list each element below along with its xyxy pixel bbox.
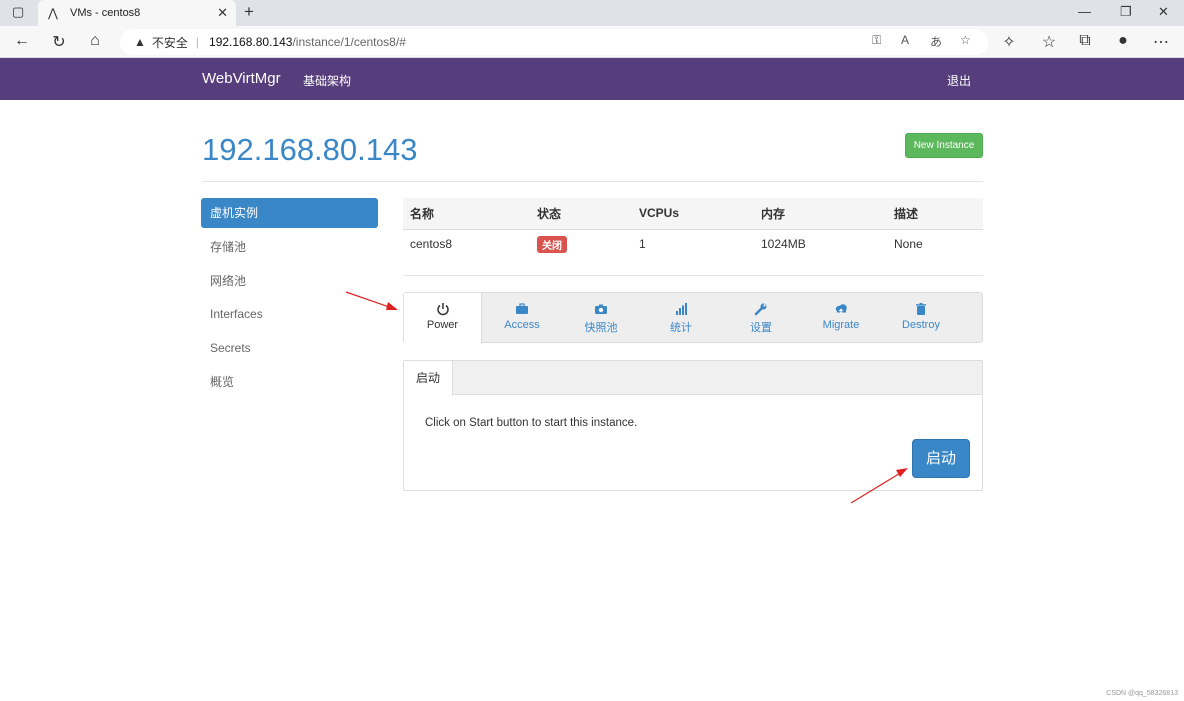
annotation-arrows <box>345 291 908 504</box>
watermark: CSDN @qq_58326813 <box>1106 690 1178 697</box>
annotation-arrow-start <box>850 468 908 504</box>
annotation-arrow-power <box>345 291 398 310</box>
